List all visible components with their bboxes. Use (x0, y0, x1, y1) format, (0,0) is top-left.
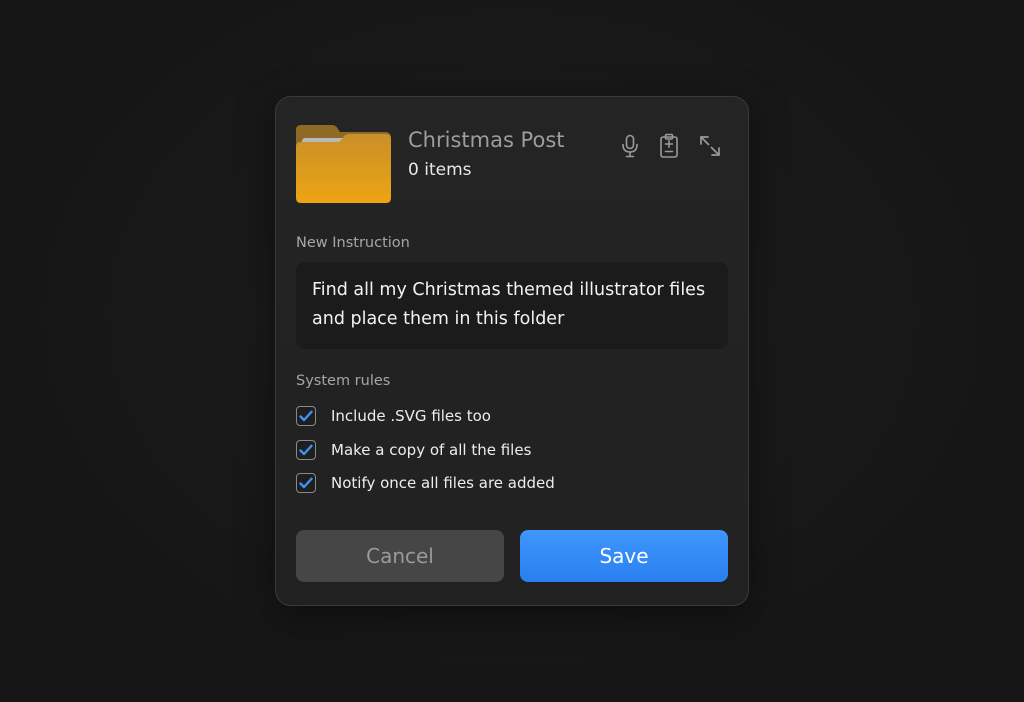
microphone-icon[interactable] (617, 133, 643, 159)
checkmark-icon (299, 444, 313, 456)
new-instruction-label: New Instruction (296, 235, 410, 251)
checkbox[interactable] (296, 473, 316, 493)
checkbox[interactable] (296, 440, 316, 460)
checkmark-icon (299, 410, 313, 422)
expand-icon[interactable] (697, 133, 723, 159)
rule-include-svg[interactable]: Include .SVG files too (296, 404, 491, 428)
rule-notify[interactable]: Notify once all files are added (296, 471, 555, 495)
system-rules-label: System rules (296, 373, 391, 389)
app-background: Christmas Post 0 items New Instruction F… (0, 0, 1024, 702)
rule-label: Make a copy of all the files (331, 441, 532, 459)
checkmark-icon (299, 477, 313, 489)
instruction-input[interactable]: Find all my Christmas themed illustrator… (296, 262, 728, 349)
folder-icon (296, 125, 391, 203)
folder-instruction-dialog: Christmas Post 0 items New Instruction F… (275, 96, 749, 606)
save-button[interactable]: Save (520, 530, 728, 582)
folder-title: Christmas Post (408, 128, 565, 152)
rule-label: Notify once all files are added (331, 474, 555, 492)
clipboard-icon[interactable] (656, 133, 682, 159)
checkbox[interactable] (296, 406, 316, 426)
rule-label: Include .SVG files too (331, 407, 491, 425)
cancel-button[interactable]: Cancel (296, 530, 504, 582)
folder-item-count: 0 items (408, 160, 472, 180)
rule-make-copy[interactable]: Make a copy of all the files (296, 438, 531, 462)
